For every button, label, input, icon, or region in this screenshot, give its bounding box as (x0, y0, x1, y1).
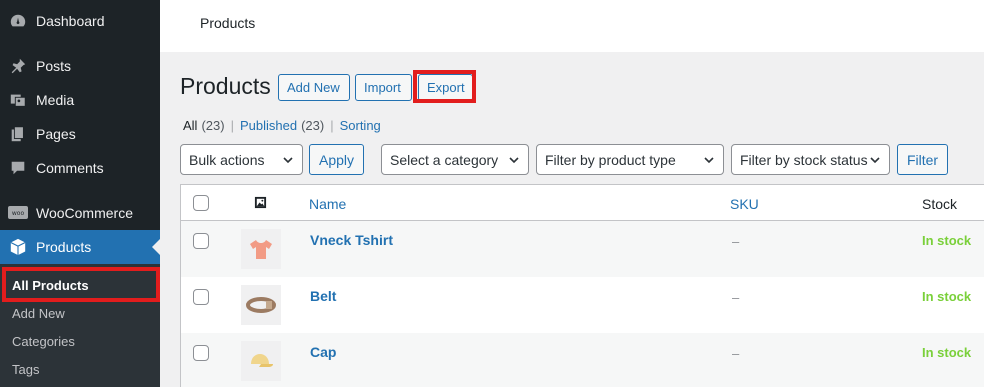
export-button[interactable]: Export (418, 74, 473, 101)
sidebar-item-label: WooCommerce (36, 205, 133, 221)
sidebar-item-label: Posts (36, 58, 72, 74)
chevron-down-icon (704, 157, 714, 164)
category-value: Select a category (390, 151, 499, 168)
table-row: Vneck Tshirt – In stock (181, 221, 984, 277)
belt-icon[interactable] (241, 285, 281, 325)
submenu-tags[interactable]: Tags (0, 355, 160, 383)
table-header: Name SKU Stock (181, 185, 984, 221)
view-all-count: (23) (201, 118, 225, 133)
add-new-button[interactable]: Add New (278, 74, 350, 101)
filter-button[interactable]: Filter (897, 144, 948, 175)
sidebar-item-pages[interactable]: Pages (0, 117, 160, 151)
comment-icon (8, 158, 28, 178)
submenu-all-products[interactable]: All Products (0, 271, 160, 299)
product-name-link[interactable]: Belt (310, 288, 336, 304)
chevron-down-icon (870, 157, 880, 164)
products-table: Name SKU Stock Vneck Tshirt – In stock B… (180, 184, 984, 387)
table-row: Belt – In stock (181, 277, 984, 333)
image-column-icon (254, 196, 267, 212)
apply-button[interactable]: Apply (309, 144, 364, 175)
sidebar-item-dashboard[interactable]: Dashboard (0, 4, 160, 38)
dashboard-icon (8, 11, 28, 31)
row-checkbox[interactable] (193, 345, 209, 361)
product-sku: – (732, 234, 740, 249)
page-title: Products (180, 73, 271, 99)
view-all-link[interactable]: All (183, 118, 197, 133)
submenu-categories[interactable]: Categories (0, 327, 160, 355)
product-sku: – (732, 346, 740, 361)
column-header-sku[interactable]: SKU (730, 196, 759, 212)
tshirt-icon[interactable] (241, 229, 281, 269)
view-published-link[interactable]: Published (240, 118, 297, 133)
pin-icon (8, 56, 28, 76)
select-all-checkbox[interactable] (193, 195, 209, 211)
row-checkbox[interactable] (193, 289, 209, 305)
sidebar-item-products[interactable]: Products (0, 230, 160, 264)
stock-status: In stock (922, 233, 972, 248)
stock-status-value: Filter by stock status (740, 151, 868, 168)
pages-icon (8, 124, 28, 144)
sidebar-item-posts[interactable]: Posts (0, 49, 160, 83)
product-type-value: Filter by product type (545, 151, 676, 168)
column-header-name[interactable]: Name (309, 196, 346, 212)
sidebar-item-woocommerce[interactable]: woo WooCommerce (0, 196, 160, 230)
sidebar-item-media[interactable]: Media (0, 83, 160, 117)
chevron-down-icon (283, 157, 293, 164)
view-published-count: (23) (301, 118, 325, 133)
sidebar-item-label: Comments (36, 160, 104, 176)
chevron-down-icon (509, 157, 519, 164)
sidebar-item-label: Dashboard (36, 13, 105, 29)
import-button[interactable]: Import (355, 74, 412, 101)
stock-status: In stock (922, 289, 972, 304)
table-row: Cap – In stock (181, 333, 984, 387)
cap-icon[interactable] (241, 341, 281, 381)
product-sku: – (732, 290, 740, 305)
products-box-icon (8, 237, 28, 257)
view-sorting-link[interactable]: Sorting (340, 118, 381, 133)
media-icon (8, 90, 28, 110)
sidebar-item-label: Products (36, 239, 92, 255)
stock-status: In stock (922, 345, 972, 360)
category-select[interactable]: Select a category (381, 144, 529, 175)
product-name-link[interactable]: Cap (310, 344, 336, 360)
separator: | (230, 118, 234, 133)
sidebar-item-comments[interactable]: Comments (0, 151, 160, 185)
top-header-bar: Products (160, 0, 984, 52)
row-checkbox[interactable] (193, 233, 209, 249)
svg-text:woo: woo (12, 210, 25, 217)
products-submenu: All Products Add New Categories Tags (0, 264, 160, 387)
product-type-select[interactable]: Filter by product type (536, 144, 724, 175)
separator: | (330, 118, 334, 133)
admin-sidebar: Dashboard Posts Media Pages Comments woo… (0, 0, 160, 387)
sidebar-item-label: Media (36, 92, 75, 108)
view-filter-links: All (23) | Published (23) | Sorting (183, 118, 381, 133)
submenu-add-new[interactable]: Add New (0, 299, 160, 327)
breadcrumb: Products (200, 15, 256, 31)
woo-icon: woo (8, 203, 28, 223)
bulk-actions-select[interactable]: Bulk actions (180, 144, 303, 175)
stock-status-select[interactable]: Filter by stock status (731, 144, 890, 175)
sidebar-item-label: Pages (36, 126, 76, 142)
bulk-actions-value: Bulk actions (189, 151, 265, 168)
column-header-stock: Stock (922, 196, 958, 212)
product-name-link[interactable]: Vneck Tshirt (310, 232, 393, 248)
